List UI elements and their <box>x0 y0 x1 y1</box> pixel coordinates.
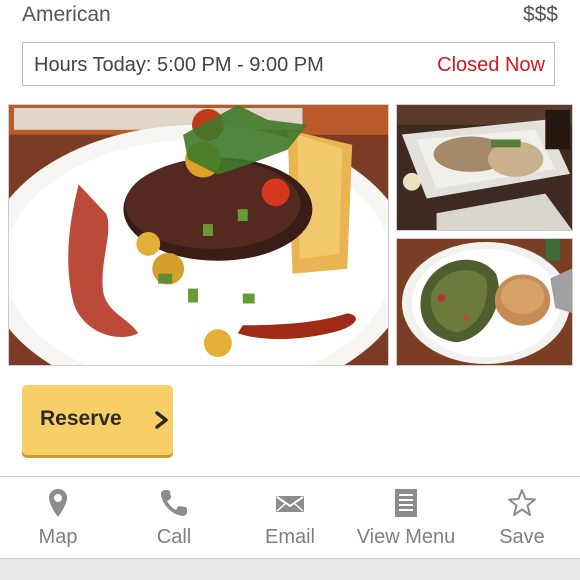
reserve-label: Reserve <box>40 407 122 430</box>
call-label: Call <box>156 526 192 548</box>
phone-icon <box>116 488 232 520</box>
secondary-photo-top[interactable] <box>396 104 573 231</box>
restaurant-detail-screen: American $$$ Hours Today: 5:00 PM - 9:00… <box>0 0 580 580</box>
salad-photo-image <box>397 239 572 365</box>
map-button[interactable]: Map <box>0 477 116 558</box>
hours-bar: Hours Today: 5:00 PM - 9:00 PM Closed No… <box>22 42 555 86</box>
chevron-right-icon <box>154 411 170 429</box>
plates-photo-image <box>397 105 572 230</box>
menu-icon <box>348 488 464 520</box>
save-label: Save <box>499 526 545 548</box>
secondary-photo-bottom[interactable] <box>396 238 573 366</box>
view-menu-label: View Menu <box>356 526 456 548</box>
main-photo[interactable] <box>8 104 389 366</box>
steak-photo-image <box>9 105 388 365</box>
map-label: Map <box>38 526 78 548</box>
open-status: Closed Now <box>437 54 545 76</box>
cuisine-label: American <box>22 3 111 26</box>
view-menu-button[interactable]: View Menu <box>348 477 464 558</box>
email-label: Email <box>264 526 315 548</box>
signal-bars-icon <box>536 574 556 580</box>
map-pin-icon <box>0 488 116 520</box>
save-button[interactable]: Save <box>464 477 580 558</box>
envelope-icon <box>232 488 348 520</box>
bottom-strip <box>0 558 580 580</box>
hours-text: Hours Today: 5:00 PM - 9:00 PM <box>34 54 324 76</box>
price-level: $$$ <box>522 3 558 26</box>
email-button[interactable]: Email <box>232 477 348 558</box>
star-icon <box>464 488 580 520</box>
reserve-button[interactable]: Reserve <box>22 385 173 455</box>
call-button[interactable]: Call <box>116 477 232 558</box>
action-toolbar: Map Call Email View Menu Save <box>0 476 580 558</box>
